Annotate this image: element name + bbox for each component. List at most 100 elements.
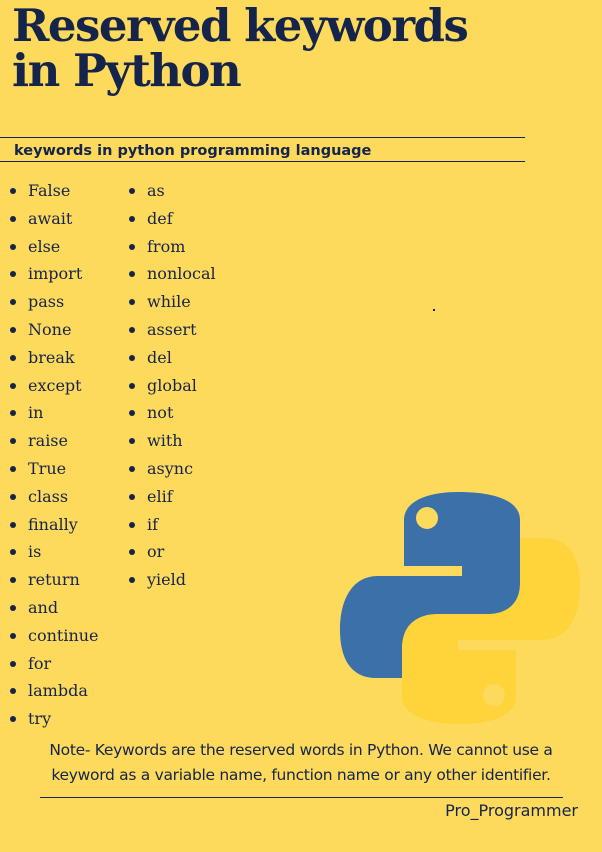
keyword-item: continue — [8, 622, 99, 650]
bullet-icon — [129, 438, 135, 445]
keyword-item: lambda — [8, 677, 99, 705]
keyword-item: break — [8, 344, 99, 372]
keyword-label: as — [147, 181, 165, 200]
keyword-item: return — [8, 566, 99, 594]
keyword-item: except — [8, 372, 99, 400]
keyword-label: if — [147, 514, 159, 534]
keyword-label: import — [28, 264, 83, 284]
keyword-label: is — [28, 542, 42, 562]
footer-divider — [40, 797, 563, 798]
keyword-label: while — [147, 292, 191, 312]
keyword-label: await — [28, 208, 73, 228]
bullet-icon — [10, 438, 16, 445]
subtitle-bottom-divider — [0, 161, 525, 162]
bullet-icon — [129, 577, 135, 584]
keyword-label: else — [28, 236, 61, 256]
bullet-icon — [129, 243, 135, 250]
keyword-item: and — [8, 594, 99, 622]
stray-dot — [433, 309, 435, 311]
keyword-label: assert — [147, 319, 197, 339]
bullet-icon — [10, 410, 16, 417]
bullet-icon — [10, 604, 16, 611]
bullet-icon — [10, 243, 16, 250]
bullet-icon — [129, 410, 135, 417]
keyword-label: return — [28, 570, 80, 590]
keyword-label: yield — [147, 570, 186, 590]
keyword-item: is — [8, 538, 99, 566]
keyword-label: pass — [28, 292, 65, 312]
keyword-label: not — [147, 403, 174, 423]
keyword-label: async — [147, 458, 194, 478]
bullet-icon — [10, 299, 16, 306]
python-logo-blue-eye — [416, 507, 438, 529]
keyword-list-column-2: as def from nonlocal while assert del global not… — [127, 177, 216, 594]
bullet-icon — [10, 493, 16, 500]
keyword-label: with — [147, 431, 183, 451]
keyword-label: from — [147, 236, 186, 256]
bullet-icon — [10, 716, 16, 723]
bullet-icon — [129, 215, 135, 222]
bullet-icon — [129, 521, 135, 528]
keyword-label: in — [28, 403, 44, 423]
keyword-item: else — [8, 233, 99, 261]
keyword-label: False — [28, 181, 71, 200]
python-logo-icon — [340, 492, 580, 724]
page-title-line-1: Reserved keywords — [12, 0, 469, 52]
keyword-item: del — [127, 344, 216, 372]
bullet-icon — [129, 465, 135, 472]
note-text: Note- Keywords are the reserved words in… — [49, 741, 553, 784]
bullet-icon — [10, 688, 16, 695]
keyword-item: while — [127, 288, 216, 316]
keyword-item: async — [127, 455, 216, 483]
keyword-label: or — [147, 542, 165, 562]
keyword-label: and — [28, 597, 59, 617]
keyword-item: as — [127, 177, 216, 205]
bullet-icon — [10, 382, 16, 389]
bullet-icon — [129, 382, 135, 389]
keyword-item: False — [8, 177, 99, 205]
keyword-label: except — [28, 375, 82, 395]
keyword-item: True — [8, 455, 99, 483]
keyword-item: in — [8, 399, 99, 427]
keyword-label: True — [28, 458, 67, 478]
keyword-item: not — [127, 399, 216, 427]
bullet-icon — [10, 326, 16, 333]
author-signature: Pro_Programmer — [445, 801, 578, 820]
subtitle-top-divider — [0, 137, 525, 138]
keyword-label: raise — [28, 431, 68, 451]
keyword-item: class — [8, 483, 99, 511]
keyword-list-column-1: False await else import pass None break except i… — [8, 177, 99, 733]
keyword-item: finally — [8, 511, 99, 539]
bullet-icon — [10, 632, 16, 639]
keyword-label: class — [28, 486, 69, 506]
bullet-icon — [10, 549, 16, 556]
keyword-label: global — [147, 375, 197, 395]
keyword-item: pass — [8, 288, 99, 316]
bullet-icon — [10, 465, 16, 472]
page-title-line-2: in Python — [12, 44, 242, 97]
bullet-icon — [10, 271, 16, 278]
bullet-icon — [129, 493, 135, 500]
keyword-item: await — [8, 205, 99, 233]
keyword-item: from — [127, 233, 216, 261]
page-title: Reserved keywords in Python — [12, 0, 469, 97]
keyword-label: continue — [28, 625, 99, 645]
keyword-item: with — [127, 427, 216, 455]
bullet-icon — [129, 299, 135, 306]
keyword-label: del — [147, 347, 172, 367]
keyword-item: assert — [127, 316, 216, 344]
bullet-icon — [129, 188, 135, 194]
keyword-label: def — [147, 208, 173, 228]
bullet-icon — [10, 354, 16, 361]
keyword-item: elif — [127, 483, 216, 511]
keyword-item: try — [8, 705, 99, 733]
bullet-icon — [129, 354, 135, 361]
keyword-label: break — [28, 347, 75, 367]
keyword-item: import — [8, 260, 99, 288]
bullet-icon — [10, 577, 16, 584]
keyword-item: if — [127, 511, 216, 539]
keyword-label: None — [28, 319, 72, 339]
bullet-icon — [10, 521, 16, 528]
keyword-item: nonlocal — [127, 260, 216, 288]
subtitle: keywords in python programming language — [14, 143, 372, 159]
